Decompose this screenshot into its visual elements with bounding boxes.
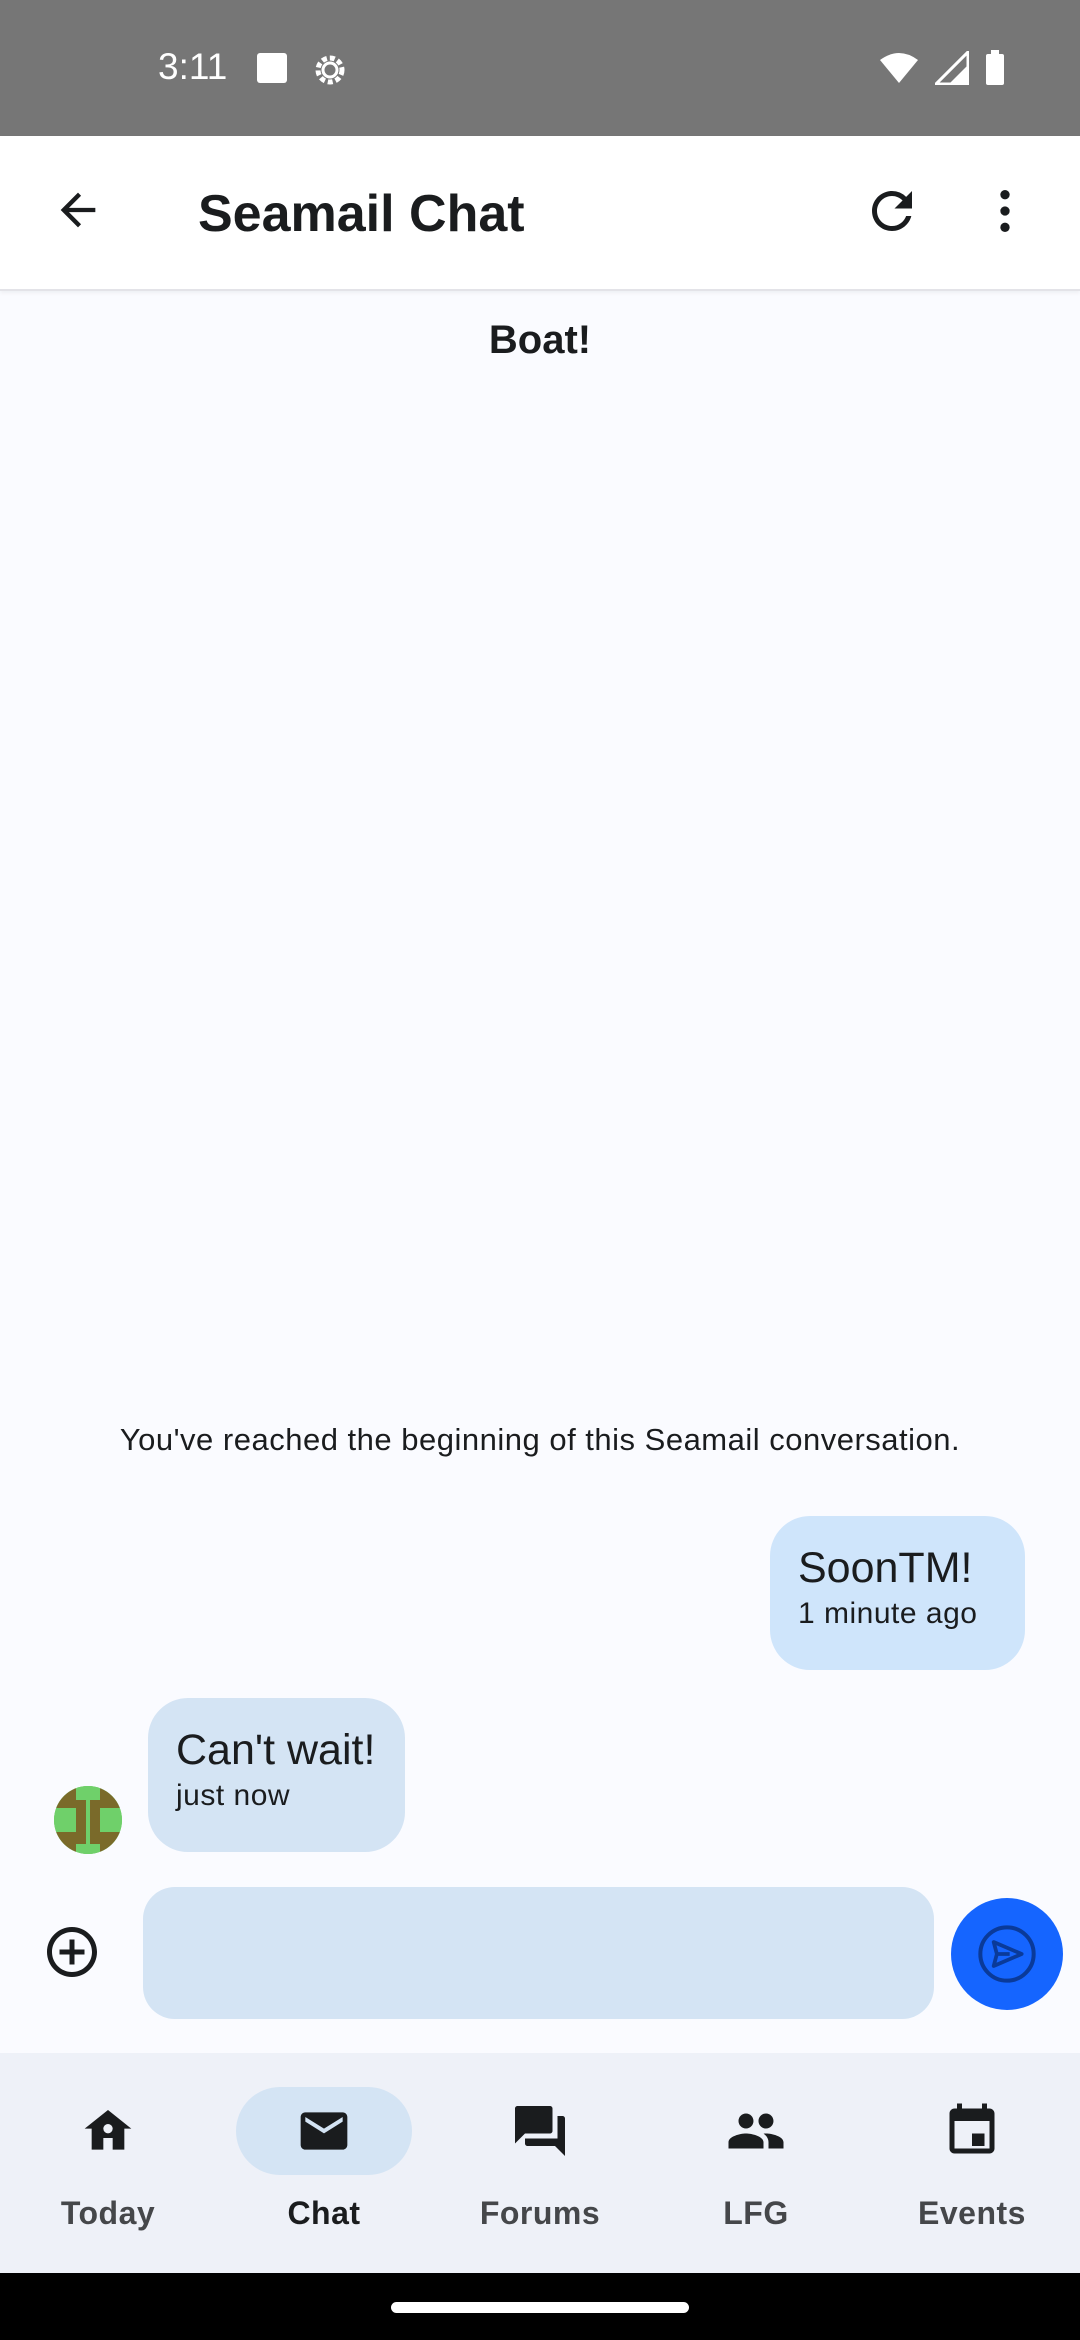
- message-bubble-outgoing[interactable]: SoonTM! 1 minute ago: [770, 1516, 1025, 1670]
- message-time: just now: [176, 1779, 291, 1812]
- bottom-navigation: Today Chat Forums LFG Events: [0, 2053, 1080, 2273]
- mail-icon: [300, 2112, 348, 2150]
- send-icon: [978, 1925, 1036, 1983]
- nav-pill: [884, 2087, 1060, 2175]
- nav-pill: [668, 2087, 844, 2175]
- refresh-button[interactable]: [857, 176, 927, 246]
- signal-icon: [932, 48, 970, 90]
- conversation-beginning-notice: You've reached the beginning of this Sea…: [119, 1422, 961, 1457]
- nav-item-lfg[interactable]: LFG: [648, 2087, 864, 2247]
- page-title: Seamail Chat: [198, 185, 525, 243]
- add-attachment-button[interactable]: [38, 1918, 106, 1986]
- identicon-avatar[interactable]: [54, 1786, 122, 1854]
- more-options-button[interactable]: [970, 176, 1040, 246]
- square-notification-icon: [256, 52, 288, 89]
- nav-item-today[interactable]: Today: [0, 2087, 216, 2247]
- message-text: SoonTM!: [798, 1544, 973, 1592]
- nav-label: Chat: [287, 2195, 361, 2231]
- forum-icon: [515, 2106, 565, 2156]
- back-arrow-icon: [60, 192, 96, 228]
- more-vertical-icon: [1000, 190, 1010, 232]
- message-time: 1 minute ago: [798, 1597, 978, 1630]
- message-bubble-incoming[interactable]: Can't wait! just now: [148, 1698, 405, 1852]
- nav-pill: [452, 2087, 628, 2175]
- gear-icon: [310, 50, 350, 95]
- nav-pill: [20, 2087, 196, 2175]
- nav-pill: [236, 2087, 412, 2175]
- conversation-title: Boat!: [488, 318, 592, 362]
- nav-item-events[interactable]: Events: [864, 2087, 1080, 2247]
- refresh-icon: [872, 191, 912, 231]
- nav-label: LFG: [723, 2195, 789, 2231]
- battery-icon: [985, 50, 1005, 91]
- status-bar: 3:11: [0, 0, 1080, 136]
- app-bar: Seamail Chat: [0, 136, 1080, 291]
- nav-label: Forums: [479, 2195, 601, 2231]
- add-circle-icon: [47, 1927, 97, 1977]
- message-text: Can't wait!: [176, 1726, 376, 1774]
- calendar-icon: [949, 2103, 995, 2154]
- back-button[interactable]: [44, 176, 112, 244]
- system-gesture-bar: [0, 2273, 1080, 2340]
- message-input[interactable]: [143, 1887, 934, 2019]
- send-button[interactable]: [951, 1898, 1063, 2010]
- nav-item-forums[interactable]: Forums: [432, 2087, 648, 2247]
- nav-label: Today: [60, 2195, 156, 2231]
- status-time: 3:11: [158, 46, 228, 87]
- nav-label: Events: [918, 2195, 1026, 2231]
- wifi-icon: [879, 52, 919, 89]
- gesture-handle[interactable]: [391, 2302, 689, 2313]
- home-icon: [84, 2110, 132, 2150]
- nav-item-chat[interactable]: Chat: [216, 2087, 432, 2247]
- group-icon: [728, 2113, 784, 2149]
